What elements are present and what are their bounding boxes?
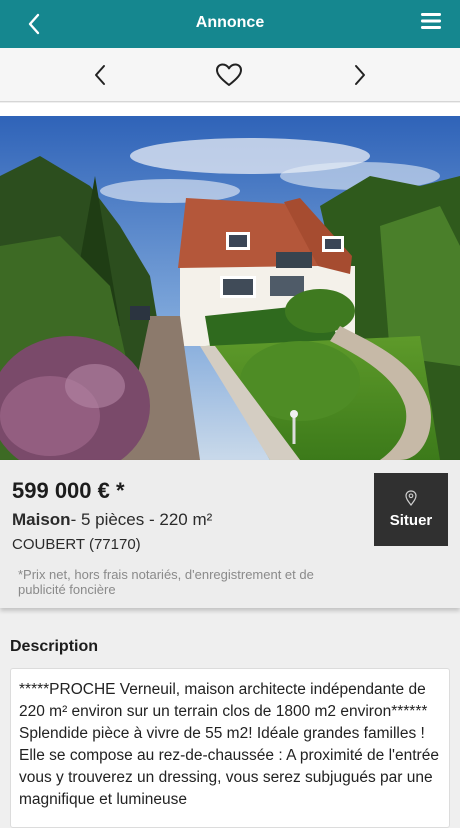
listing-summary-card: 599 000 € * Maison- 5 pièces - 220 m² CO… — [0, 460, 460, 608]
page-title: Annonce — [195, 14, 265, 31]
property-photo[interactable] — [0, 116, 460, 460]
property-details: - 5 pièces - 220 m² — [70, 510, 213, 529]
property-type: Maison — [12, 510, 71, 529]
description-heading: Description — [10, 638, 99, 655]
price-note: *Prix net, hors frais notariés, d'enregi… — [18, 567, 314, 597]
chevron-left-icon — [95, 65, 105, 85]
next-listing-button[interactable] — [345, 60, 375, 90]
chevron-right-icon — [355, 65, 365, 85]
app-header: Annonce — [0, 0, 460, 48]
description-text: *****PROCHE Verneuil, maison architecte … — [10, 668, 450, 828]
map-pin-icon — [405, 490, 417, 506]
locate-button[interactable]: Situer — [374, 473, 448, 546]
locate-button-label: Situer — [389, 512, 433, 529]
favorite-button[interactable] — [214, 60, 244, 90]
listing-price: 599 000 € * — [12, 478, 125, 503]
hamburger-menu-icon[interactable] — [420, 12, 442, 32]
previous-listing-button[interactable] — [85, 60, 115, 90]
listing-navigation-bar — [0, 48, 460, 102]
heart-outline-icon — [216, 63, 242, 86]
spacer — [0, 103, 460, 116]
listing-type: Maison- 5 pièces - 220 m² — [12, 510, 212, 530]
listing-city: COUBERT (77170) — [12, 536, 141, 553]
